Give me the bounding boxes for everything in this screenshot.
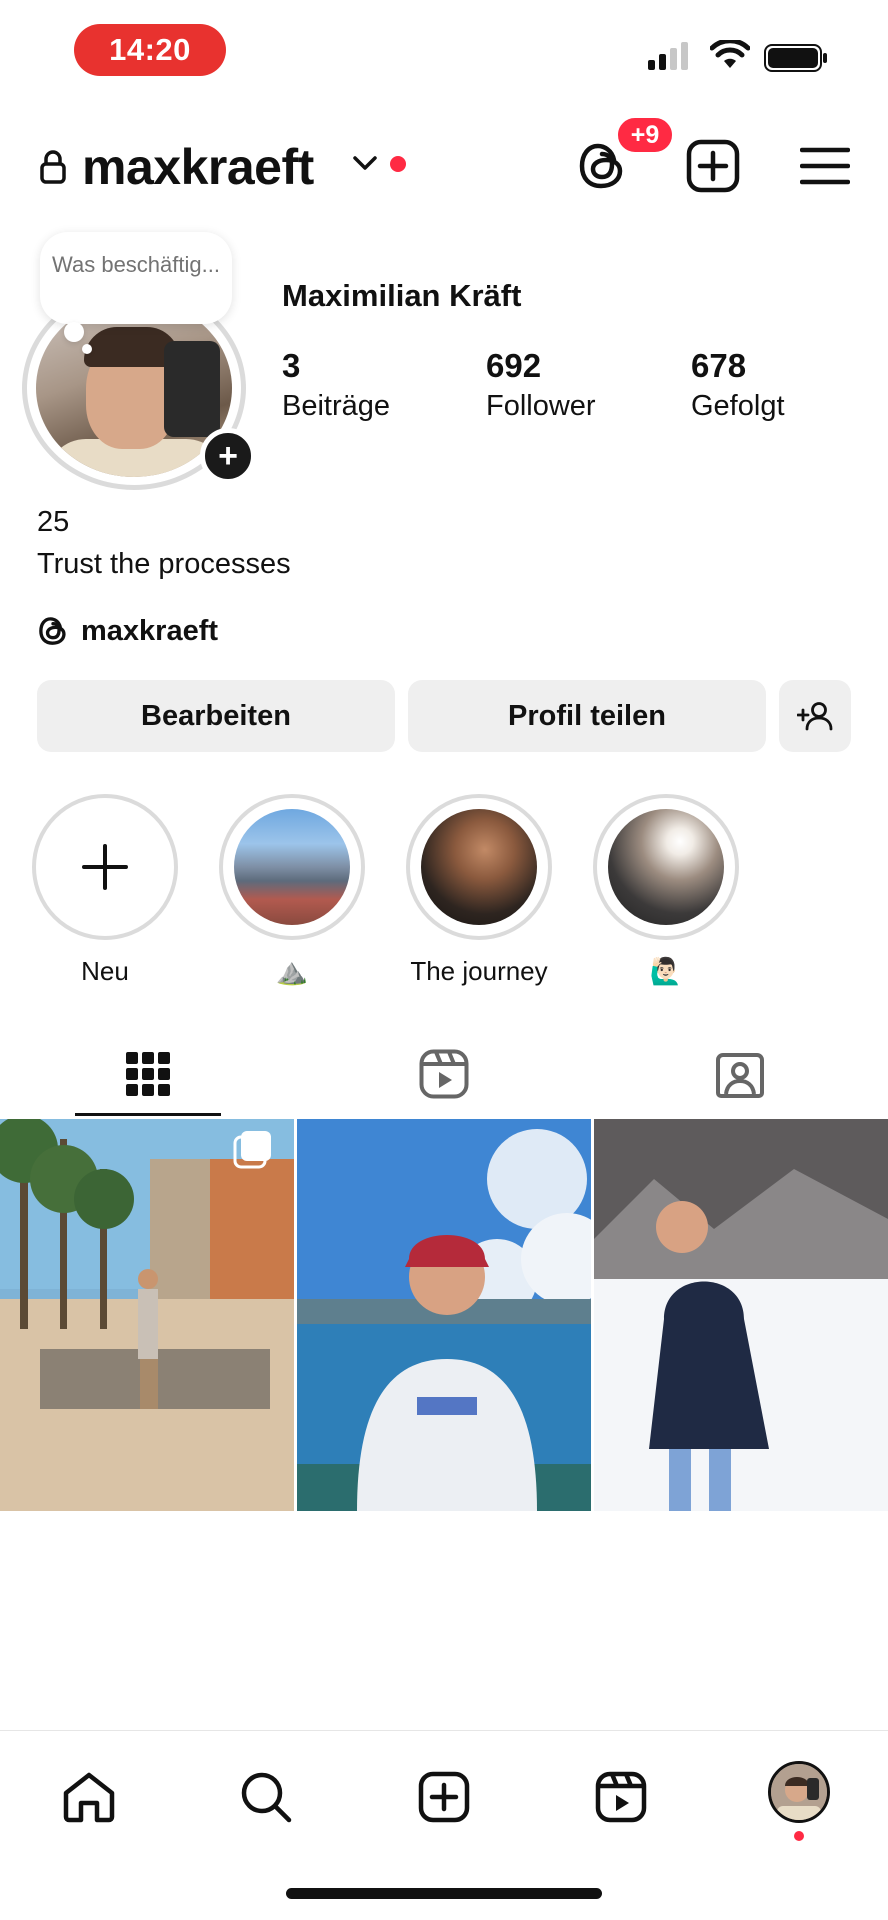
- status-bar: 14:20: [0, 0, 888, 100]
- highlight-cover: [608, 809, 724, 925]
- battery-icon: [764, 44, 827, 72]
- profile-notification-dot: [794, 1831, 804, 1841]
- profile-header: maxkraeft +9: [0, 115, 888, 206]
- nav-reels[interactable]: [591, 1767, 651, 1827]
- highlight-label: ⛰️: [275, 956, 309, 986]
- highlight-circle: [593, 794, 739, 940]
- note-bubble-tail: [64, 322, 84, 342]
- home-icon: [63, 1772, 115, 1823]
- nav-search[interactable]: [236, 1767, 296, 1827]
- nav-profile-avatar[interactable]: [768, 1761, 830, 1823]
- post-image: [0, 1119, 294, 1511]
- full-name: Maximilian Kräft: [282, 278, 522, 313]
- wifi-icon: [710, 40, 750, 68]
- share-profile-button[interactable]: Profil teilen: [408, 680, 766, 752]
- create-post-icon[interactable]: [686, 139, 740, 193]
- reels-icon: [595, 1771, 647, 1823]
- highlight-new-circle: [32, 794, 178, 940]
- stat-following[interactable]: 678 Gefolgt: [691, 346, 785, 426]
- highlight-circle: [219, 794, 365, 940]
- stat-posts-label: Beiträge: [282, 390, 391, 422]
- stat-posts-value: 3: [282, 347, 301, 384]
- bio-line-1: 25: [37, 506, 70, 538]
- highlight-label: The journey: [410, 956, 548, 986]
- note-bubble[interactable]: Was beschäftig...: [40, 232, 232, 324]
- add-story-button[interactable]: +: [200, 428, 256, 484]
- threads-handle: maxkraeft: [81, 614, 219, 647]
- stat-followers-value: 692: [486, 347, 542, 384]
- plus-icon: [82, 844, 128, 890]
- nav-create[interactable]: [414, 1767, 474, 1827]
- stat-followers[interactable]: 692 Follower: [486, 346, 596, 426]
- post-image: [297, 1119, 591, 1511]
- menu-icon[interactable]: [800, 146, 850, 186]
- highlight-cover: [234, 809, 350, 925]
- post-image: [594, 1119, 888, 1511]
- highlight-label: 🙋🏻‍♂️: [649, 956, 683, 986]
- stat-following-value: 678: [691, 347, 747, 384]
- account-switcher-username[interactable]: maxkraeft: [82, 138, 314, 196]
- nav-home[interactable]: [59, 1767, 119, 1827]
- chevron-down-icon[interactable]: [352, 154, 378, 172]
- discover-people-button[interactable]: [779, 680, 851, 752]
- threads-count-badge: +9: [615, 115, 675, 155]
- profile-avatar-image: [771, 1764, 827, 1820]
- active-tab-indicator: [75, 1113, 221, 1116]
- stat-posts[interactable]: 3 Beiträge: [282, 346, 390, 426]
- posts-grid-icon: [126, 1052, 170, 1096]
- posts-grid: [0, 1119, 888, 1511]
- create-icon: [418, 1771, 470, 1823]
- highlight-label: Neu: [81, 956, 129, 986]
- post-thumbnail[interactable]: [0, 1119, 294, 1511]
- tagged-icon: [716, 1053, 764, 1098]
- post-thumbnail[interactable]: [594, 1119, 888, 1511]
- highlight-circle: [406, 794, 552, 940]
- notification-dot: [390, 156, 406, 172]
- add-person-icon: [797, 702, 833, 731]
- tab-reels[interactable]: [370, 1030, 518, 1118]
- stat-following-label: Gefolgt: [691, 390, 785, 422]
- highlight-gesture[interactable]: 🙋🏻‍♂️: [593, 794, 739, 987]
- note-bubble-tail-small: [82, 344, 92, 354]
- post-thumbnail[interactable]: [297, 1119, 591, 1511]
- highlight-mountains[interactable]: ⛰️: [219, 794, 365, 987]
- lock-icon: [40, 150, 66, 184]
- reels-icon: [419, 1049, 469, 1099]
- search-icon: [241, 1772, 292, 1823]
- threads-profile-link[interactable]: maxkraeft: [37, 614, 218, 648]
- bio-line-2: Trust the processes: [37, 548, 291, 580]
- highlight-the-journey[interactable]: The journey: [406, 794, 552, 987]
- cellular-signal-icon: [648, 42, 688, 70]
- tab-posts-grid[interactable]: [74, 1030, 222, 1118]
- edit-profile-button[interactable]: Bearbeiten: [37, 680, 395, 752]
- status-time[interactable]: 14:20: [74, 24, 226, 76]
- home-indicator[interactable]: [286, 1888, 602, 1899]
- highlight-new[interactable]: Neu: [32, 794, 178, 987]
- threads-icon: [39, 617, 66, 645]
- highlight-cover: [421, 809, 537, 925]
- tab-tagged[interactable]: [666, 1030, 814, 1118]
- stat-followers-label: Follower: [486, 390, 596, 422]
